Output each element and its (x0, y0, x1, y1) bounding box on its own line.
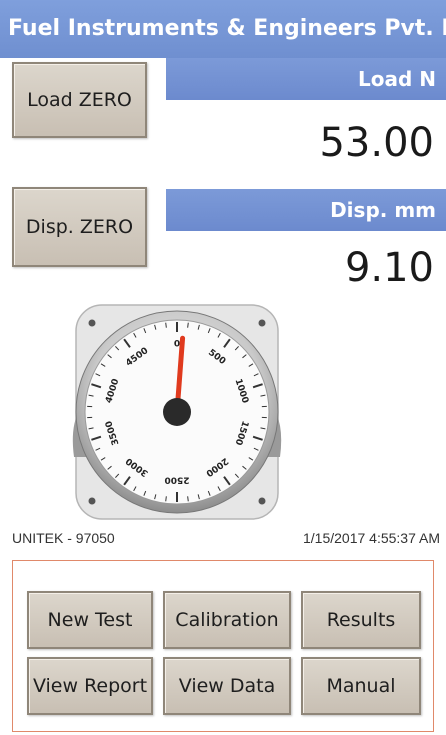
results-label: Results (326, 609, 396, 631)
view-data-label: View Data (178, 675, 276, 697)
menu-panel: New Test Calibration Results View Report… (12, 560, 434, 732)
gauge-screw-top-left (88, 319, 96, 327)
app-title-bar: Fuel Instruments & Engineers Pvt. Ltd. (0, 0, 446, 58)
calibration-button[interactable]: Calibration (163, 591, 291, 649)
gauge-screw-bottom-left (88, 497, 96, 505)
manual-button[interactable]: Manual (301, 657, 421, 715)
view-report-button[interactable]: View Report (27, 657, 153, 715)
load-zero-label: Load ZERO (27, 89, 132, 111)
results-button[interactable]: Results (301, 591, 421, 649)
gauge-screw-bottom-right (258, 497, 266, 505)
gauge-minor-tick (165, 496, 167, 502)
view-data-button[interactable]: View Data (163, 657, 291, 715)
load-label: Load N (358, 67, 436, 91)
gauge-screw-top-right (258, 319, 266, 327)
device-id: UNITEK - 97050 (12, 530, 115, 546)
gauge-scale-label: 0 (174, 340, 180, 350)
gauge-scale-label: 2500 (164, 475, 189, 485)
disp-zero-button[interactable]: Disp. ZERO (12, 187, 147, 267)
gauge-hub (163, 398, 191, 426)
new-test-button[interactable]: New Test (27, 591, 153, 649)
view-report-label: View Report (32, 675, 148, 697)
gauge-minor-tick (187, 496, 189, 502)
gauge-minor-tick (187, 322, 189, 328)
disp-zero-label: Disp. ZERO (25, 216, 134, 238)
manual-label: Manual (326, 675, 396, 697)
new-test-label: New Test (47, 609, 133, 631)
load-value: 53.00 (319, 120, 434, 166)
calibration-label: Calibration (175, 609, 279, 631)
status-datetime: 1/15/2017 4:55:37 AM (303, 530, 440, 546)
load-label-bar: Load N (166, 58, 446, 100)
load-zero-button[interactable]: Load ZERO (12, 62, 147, 138)
disp-value: 9.10 (344, 245, 434, 291)
app-title: Fuel Instruments & Engineers Pvt. Ltd. (8, 16, 446, 41)
gauge-minor-tick (165, 322, 167, 328)
load-dial-gauge: 050010001500200025003000350040004500 (72, 304, 282, 520)
disp-label-bar: Disp. mm (166, 189, 446, 231)
disp-label: Disp. mm (330, 198, 436, 222)
